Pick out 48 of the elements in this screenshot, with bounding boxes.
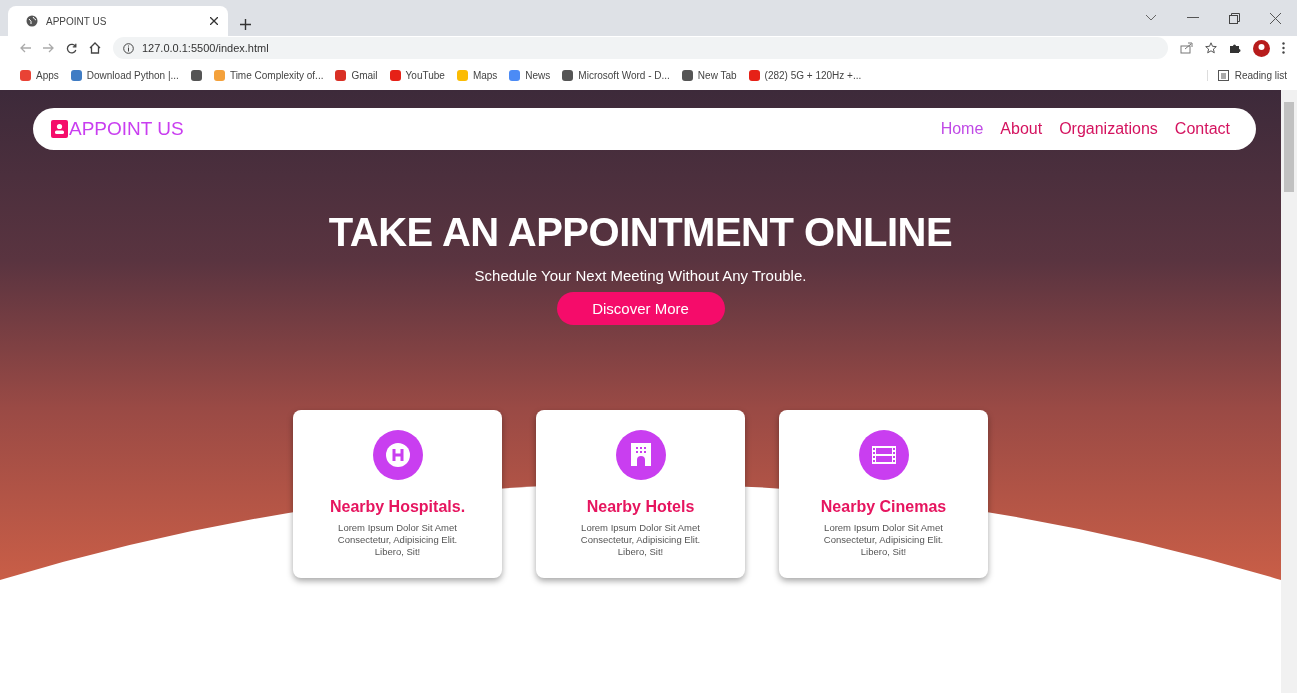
bookmark[interactable]: (282) 5G + 120Hz +... (748, 69, 862, 81)
bookmark[interactable]: Download Python |... (70, 69, 179, 81)
bookmark[interactable]: Gmail (335, 69, 378, 81)
new-tab-icon[interactable] (240, 19, 251, 30)
address-bar[interactable]: 127.0.0.1:5500/index.html (113, 37, 1168, 59)
bookmark[interactable]: News (509, 69, 551, 81)
bookmark[interactable]: Apps (20, 69, 59, 81)
info-icon (123, 42, 134, 54)
close-icon[interactable] (210, 17, 218, 25)
card-text: Lorem Ipsum Dolor Sit Amet Consectetur, Adipisicing Elit. Libero, Sit! (822, 522, 945, 558)
bookmark[interactable]: Microsoft Word - D... (562, 69, 670, 81)
brand-logo[interactable]: APPOINT US (51, 118, 184, 140)
share-icon[interactable] (1180, 42, 1193, 54)
nav-link[interactable]: Home (940, 120, 984, 138)
nav-link[interactable]: Organizations (1059, 120, 1158, 138)
reload-icon[interactable] (66, 42, 77, 54)
restore-icon[interactable] (1229, 12, 1240, 24)
menu-icon[interactable] (1282, 42, 1285, 54)
reading-list[interactable]: Reading list (1206, 69, 1287, 81)
card-title: Nearby Cinemas (820, 498, 947, 516)
tab-title: APPOINT US (46, 15, 108, 27)
minimize-icon[interactable] (1187, 17, 1199, 19)
hospital-icon (372, 430, 423, 480)
scrollbar[interactable] (1281, 90, 1297, 693)
home-icon[interactable] (89, 42, 101, 54)
avatar-icon[interactable] (1253, 39, 1270, 57)
scrollbar-thumb[interactable] (1284, 102, 1294, 192)
chevron-down-icon[interactable] (1145, 14, 1157, 22)
list-icon (1217, 69, 1229, 81)
bookmark[interactable]: New Tab (681, 69, 737, 81)
card-text: Lorem Ipsum Dolor Sit Amet Consectetur, Adipisicing Elit. Libero, Sit! (336, 522, 459, 558)
bookmark[interactable]: YouTube (389, 69, 445, 81)
card-title: Nearby Hospitals. (329, 498, 466, 516)
nav-link[interactable]: About (1000, 120, 1043, 138)
film-icon (858, 430, 909, 480)
bookmark[interactable]: Time Complexity of... (213, 69, 324, 81)
card-title: Nearby Hotels (586, 498, 695, 516)
nav-link[interactable]: Contact (1174, 120, 1230, 138)
hotel-icon (615, 430, 666, 480)
hero-title: TAKE AN APPOINTMENT ONLINE (328, 210, 953, 255)
star-icon[interactable] (1205, 42, 1217, 54)
close-icon[interactable] (1270, 12, 1281, 24)
card-text: Lorem Ipsum Dolor Sit Amet Consectetur, Adipisicing Elit. Libero, Sit! (579, 522, 702, 558)
discover-more-button[interactable]: Discover More (556, 292, 725, 325)
browser-tab[interactable]: APPOINT US (8, 6, 228, 36)
hero-subtitle: Schedule Your Next Meeting Without Any Trouble. (474, 267, 807, 284)
contact-card-icon (51, 120, 68, 138)
bookmark[interactable]: Maps (456, 69, 498, 81)
